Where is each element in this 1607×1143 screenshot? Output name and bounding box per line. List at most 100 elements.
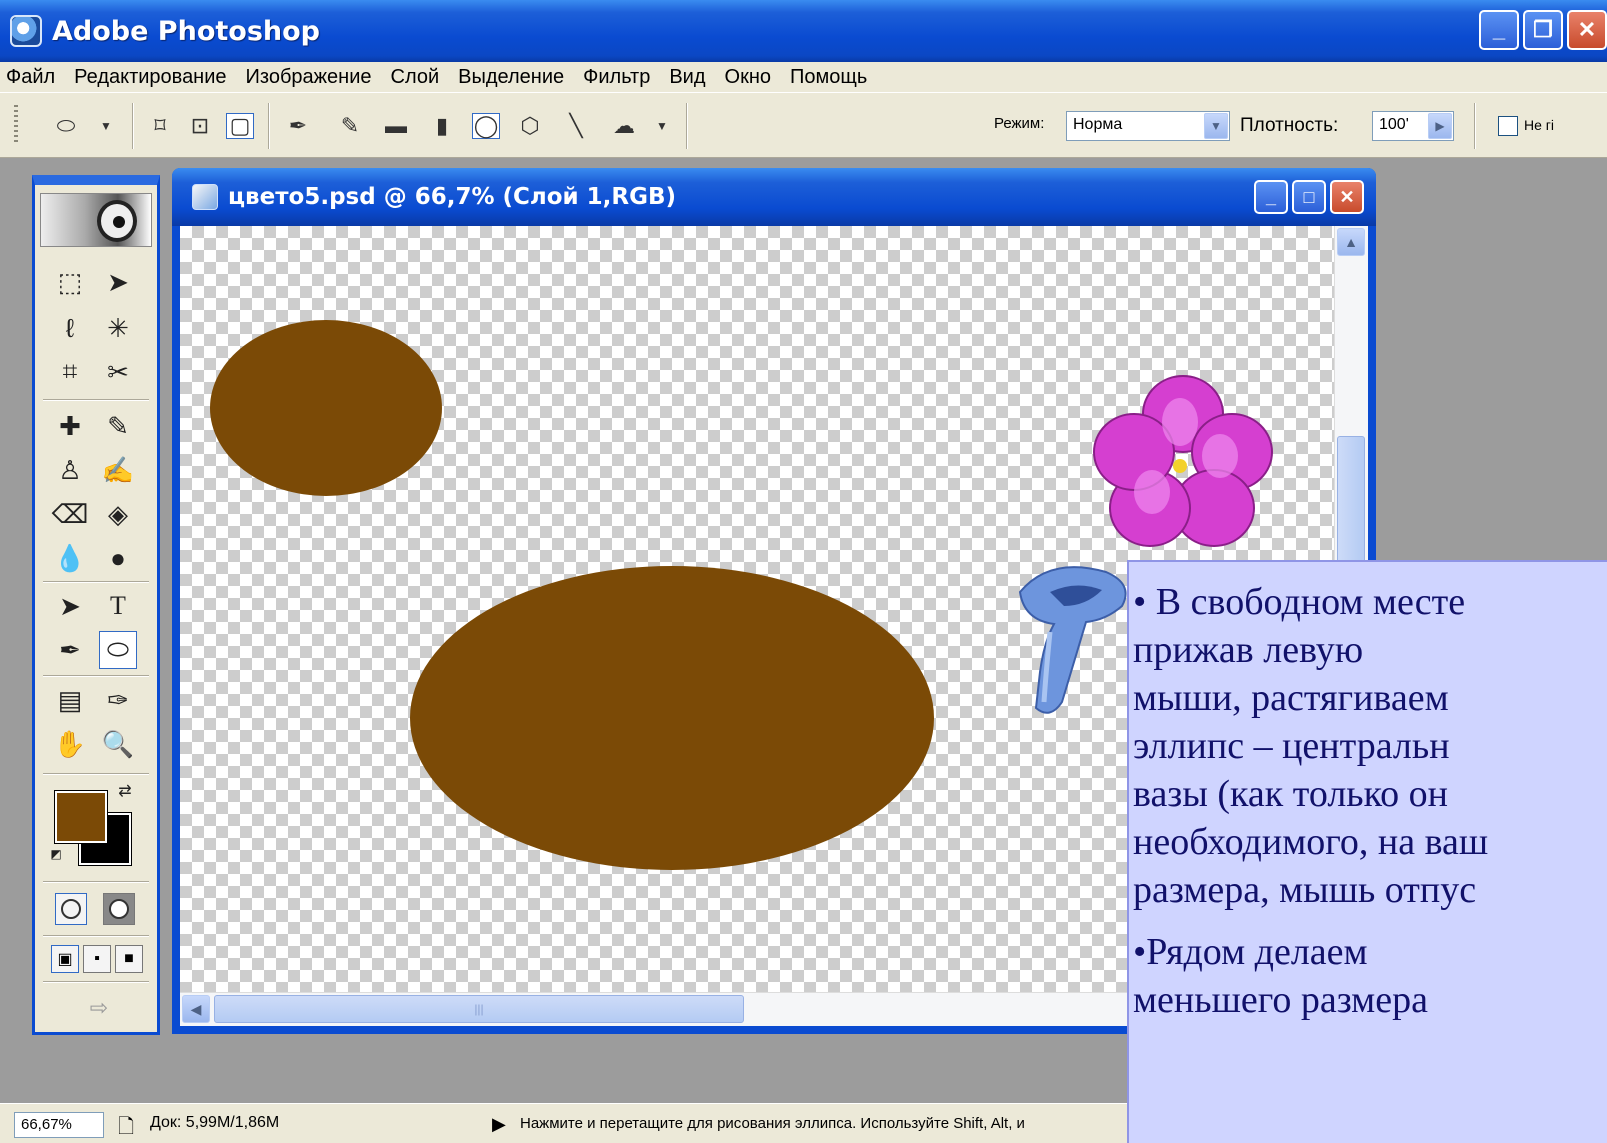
- mode-select[interactable]: Норма ▼: [1066, 111, 1230, 141]
- screen-mode-standard-icon[interactable]: ▣: [51, 945, 79, 973]
- paths-icon[interactable]: ⊡: [186, 113, 214, 139]
- magic-wand-icon[interactable]: ✳: [99, 309, 137, 347]
- separator: [132, 103, 134, 149]
- note-line: •Рядом делаем: [1133, 931, 1368, 973]
- mode-value: Норма: [1073, 116, 1123, 133]
- separator: [43, 935, 149, 937]
- separator: [686, 103, 688, 149]
- scroll-up-icon[interactable]: ▲: [1337, 228, 1365, 256]
- restore-button[interactable]: ❐: [1523, 10, 1563, 50]
- clone-stamp-icon[interactable]: ♙: [51, 451, 89, 489]
- menu-select[interactable]: Выделение: [458, 66, 564, 89]
- toolbox-panel: ⬚ ➤ ℓ ✳ ⌗ ✂ ✚ ✎ ♙ ✍ ⌫ ◈ 💧 ● ➤ T ✒ ⬭ ▤ ✑ …: [32, 175, 160, 1035]
- note-line: меньшего размера: [1133, 979, 1428, 1021]
- healing-brush-icon[interactable]: ✚: [51, 407, 89, 445]
- custom-shape-icon[interactable]: ☁: [610, 113, 638, 139]
- quick-mask-button[interactable]: [103, 893, 135, 925]
- menu-file[interactable]: Файл: [6, 66, 55, 89]
- fill-pixels-icon[interactable]: ▢: [226, 113, 254, 139]
- options-bar-grip[interactable]: [14, 105, 18, 145]
- zoom-value: 66,67%: [21, 1116, 72, 1133]
- pink-flower-image: [1093, 375, 1273, 547]
- notes-tool-icon[interactable]: ▤: [51, 681, 89, 719]
- note-line: прижав левую: [1133, 629, 1364, 671]
- chevron-right-icon[interactable]: ▶: [1428, 113, 1452, 139]
- menu-filter[interactable]: Фильтр: [583, 66, 650, 89]
- doc-close-button[interactable]: ✕: [1330, 180, 1364, 214]
- ellipse-preset-icon[interactable]: ⬭: [52, 113, 80, 139]
- eyedropper-icon[interactable]: ✑: [99, 681, 137, 719]
- path-select-icon[interactable]: ➤: [51, 587, 89, 625]
- screen-mode-full-menu-icon[interactable]: ▪: [83, 945, 111, 973]
- options-bar: ⬭ ▼ ⌑ ⊡ ▢ ✒ ✎ ▬ ▮ ◯ ⬡ ╲ ☁ ▼ Режим: Норма…: [0, 92, 1607, 158]
- slice-tool-icon[interactable]: ✂: [99, 353, 137, 391]
- screen-mode-full-icon[interactable]: ■: [115, 945, 143, 973]
- opacity-label: Плотность:: [1240, 115, 1339, 136]
- freeform-pen-icon[interactable]: ✎: [336, 113, 364, 139]
- paint-bucket-icon[interactable]: ◈: [99, 495, 137, 533]
- separator: [43, 773, 149, 775]
- crop-tool-icon[interactable]: ⌗: [51, 353, 89, 391]
- photoshop-app-icon: [10, 15, 42, 47]
- brush-tool-icon[interactable]: ✎: [99, 407, 137, 445]
- document-size-info: Док: 5,99М/1,86М: [150, 1114, 280, 1131]
- lasso-tool-icon[interactable]: ℓ: [51, 309, 89, 347]
- zoom-field[interactable]: 66,67%: [14, 1112, 104, 1138]
- polygon-tool-icon[interactable]: ⬡: [516, 113, 544, 139]
- menu-layer[interactable]: Слой: [391, 66, 440, 89]
- document-title-bar[interactable]: цвето5.psd @ 66,7% (Слой 1,RGB) _ □ ✕: [172, 168, 1376, 226]
- chevron-down-icon[interactable]: ▼: [1204, 113, 1228, 139]
- minimize-button[interactable]: _: [1479, 10, 1519, 50]
- mode-label: Режим:: [994, 115, 1045, 132]
- horizontal-scroll-thumb[interactable]: |||: [214, 995, 744, 1023]
- swap-colors-icon[interactable]: ⇄: [115, 781, 135, 801]
- status-message: Нажмите и перетащите для рисования эллип…: [520, 1115, 1025, 1132]
- document-title: цвето5.psd @ 66,7% (Слой 1,RGB): [228, 184, 677, 210]
- type-tool-icon[interactable]: T: [99, 587, 137, 625]
- document-icon[interactable]: 🗋: [118, 1112, 134, 1143]
- close-button[interactable]: ✕: [1567, 10, 1607, 50]
- photoshop-eye-logo[interactable]: [40, 193, 152, 247]
- history-brush-icon[interactable]: ✍: [99, 451, 137, 489]
- preset-dropdown-icon[interactable]: ▼: [92, 113, 120, 139]
- shape-dropdown-icon[interactable]: ▼: [648, 113, 676, 139]
- status-menu-arrow-icon[interactable]: ▶: [492, 1114, 506, 1135]
- rectangle-tool-icon[interactable]: ▬: [382, 113, 410, 139]
- separator: [43, 981, 149, 983]
- line-tool-icon[interactable]: ╲: [562, 113, 590, 139]
- scroll-left-icon[interactable]: ◀: [182, 995, 210, 1023]
- menu-help[interactable]: Помощь: [790, 66, 867, 89]
- note-line: мыши, растягиваем: [1133, 677, 1449, 719]
- menu-image[interactable]: Изображение: [246, 66, 372, 89]
- shape-layers-icon[interactable]: ⌑: [146, 113, 174, 139]
- opacity-field[interactable]: 100' ▶: [1372, 111, 1454, 141]
- doc-maximize-button[interactable]: □: [1292, 180, 1326, 214]
- large-ellipse-shape: [410, 566, 934, 870]
- pen-tool-icon[interactable]: ✒: [51, 631, 89, 669]
- rounded-rectangle-icon[interactable]: ▮: [428, 113, 456, 139]
- separator: [1474, 103, 1476, 149]
- antialias-checkbox[interactable]: [1498, 116, 1518, 136]
- eraser-tool-icon[interactable]: ⌫: [51, 495, 89, 533]
- separator: [43, 881, 149, 883]
- move-tool-icon[interactable]: ➤: [99, 263, 137, 301]
- foreground-color-swatch[interactable]: [54, 790, 108, 844]
- blur-tool-icon[interactable]: 💧: [51, 539, 89, 577]
- doc-minimize-button[interactable]: _: [1254, 180, 1288, 214]
- hand-tool-icon[interactable]: ✋: [51, 725, 89, 763]
- pen-tool-icon[interactable]: ✒: [284, 113, 312, 139]
- menu-view[interactable]: Вид: [669, 66, 705, 89]
- default-colors-icon[interactable]: ◩: [47, 845, 65, 863]
- note-line: вазы (как только он: [1133, 773, 1448, 815]
- standard-mode-button[interactable]: [55, 893, 87, 925]
- menu-window[interactable]: Окно: [725, 66, 771, 89]
- jump-to-imageready-icon[interactable]: ⇨: [69, 989, 129, 1027]
- ellipse-tool-icon[interactable]: ⬭: [99, 631, 137, 669]
- marquee-tool-icon[interactable]: ⬚: [51, 263, 89, 301]
- instruction-text-box: • В свободном месте прижав левую мыши, р…: [1127, 560, 1607, 1143]
- separator: [43, 675, 149, 677]
- dodge-tool-icon[interactable]: ●: [99, 539, 137, 577]
- zoom-tool-icon[interactable]: 🔍: [99, 725, 137, 763]
- ellipse-tool-icon[interactable]: ◯: [472, 113, 500, 139]
- menu-edit[interactable]: Редактирование: [74, 66, 226, 89]
